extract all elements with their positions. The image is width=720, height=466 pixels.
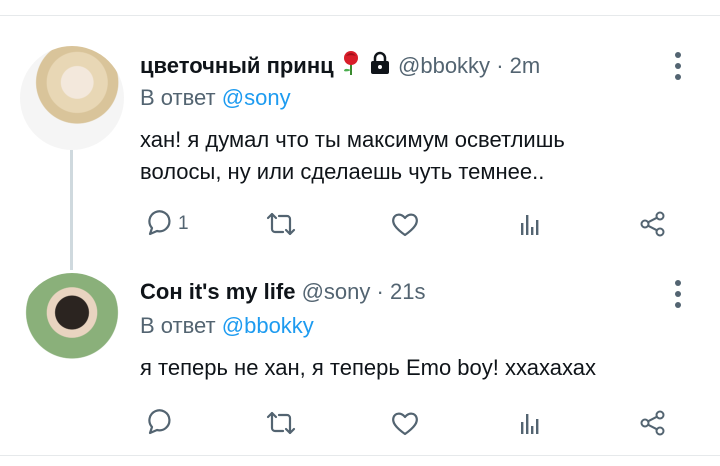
tweet-text: хан! я думал что ты максимум осветлишь в… [140, 124, 700, 188]
share-icon [640, 410, 665, 436]
tweet-header: цветочный принц @bbokky · 2m [140, 50, 540, 80]
like-button[interactable] [390, 207, 420, 241]
tweet-text-line: я теперь не хан, я теперь Emo boy! ххаха… [140, 355, 596, 380]
more-icon[interactable] [672, 52, 684, 80]
like-button[interactable] [390, 406, 420, 440]
analytics-button[interactable] [516, 406, 546, 440]
timestamp[interactable]: 2m [510, 53, 541, 78]
reply-prefix: В ответ [140, 313, 216, 338]
action-bar: 1 [140, 207, 700, 241]
reply-context: В ответ @bbokky [140, 311, 314, 341]
reply-prefix: В ответ [140, 85, 216, 110]
reply-icon [148, 409, 171, 435]
tweet-text-line: хан! я думал что ты максимум осветлишь [140, 127, 565, 152]
reply-mention[interactable]: @bbokky [222, 313, 314, 338]
retweet-icon [266, 212, 296, 236]
retweet-button[interactable] [264, 207, 298, 241]
retweet-icon [266, 411, 296, 435]
rose-icon [340, 50, 362, 84]
like-icon [392, 412, 418, 436]
tweet-text: я теперь не хан, я теперь Emo boy! ххаха… [140, 352, 700, 384]
separator-dot: · [376, 279, 384, 304]
handle[interactable]: @sony [302, 279, 371, 304]
avatar-bbokky[interactable] [20, 46, 124, 150]
like-icon [392, 213, 418, 237]
reply-mention[interactable]: @sony [222, 85, 291, 110]
lock-icon [368, 51, 392, 83]
separator-dot: · [496, 52, 504, 78]
timestamp[interactable]: 21s [390, 279, 425, 304]
reply-button[interactable]: 1 [142, 207, 189, 241]
retweet-button[interactable] [264, 406, 298, 440]
analytics-icon [521, 215, 539, 235]
more-icon[interactable] [672, 280, 684, 308]
reply-count: 1 [178, 213, 189, 234]
analytics-button[interactable] [516, 207, 546, 241]
handle[interactable]: @bbokky [398, 53, 490, 78]
reply-context: В ответ @sony [140, 83, 291, 113]
reply-icon [148, 210, 171, 236]
analytics-icon [521, 414, 539, 434]
avatar-sony[interactable] [20, 273, 124, 377]
thread-connector-line [70, 150, 73, 270]
reply-button[interactable] [142, 406, 178, 440]
share-icon [640, 211, 665, 237]
tweet-header: Сон it's my life @sony · 21s [140, 277, 425, 307]
action-bar [140, 406, 700, 440]
tweet-text-line: волосы, ну или сделаешь чуть темнее.. [140, 159, 545, 184]
display-name[interactable]: Сон it's my life [140, 279, 295, 304]
top-divider [0, 15, 720, 16]
bottom-divider [0, 455, 720, 456]
share-button[interactable] [638, 207, 668, 241]
share-button[interactable] [638, 406, 668, 440]
display-name[interactable]: цветочный принц [140, 53, 334, 78]
